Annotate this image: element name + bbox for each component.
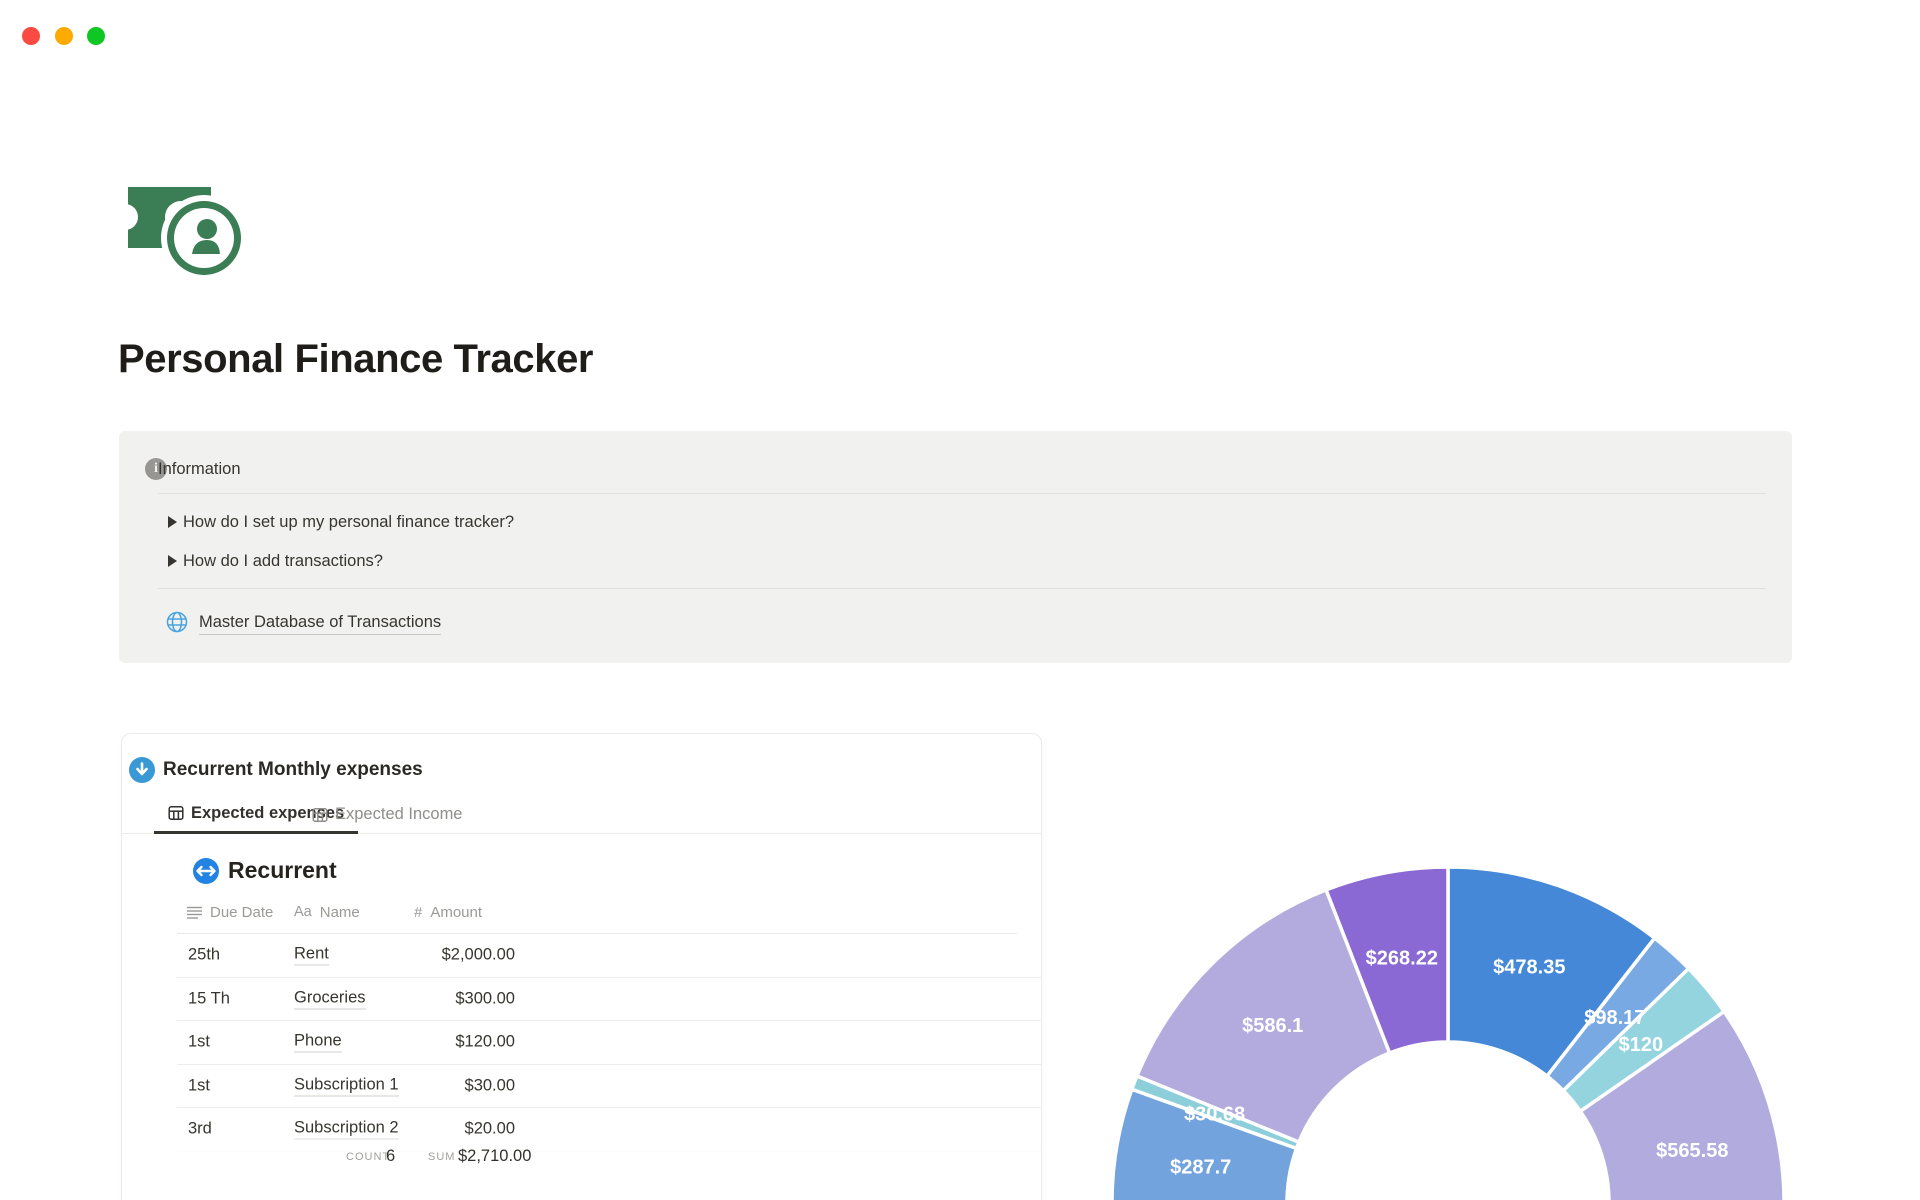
link-label[interactable]: Master Database of Transactions [199,613,442,635]
count-label[interactable]: COUNT [346,1151,390,1163]
sum-value[interactable]: $2,710.00 [458,1147,531,1166]
toggle-label[interactable]: How do I set up my personal finance trac… [183,513,514,532]
cell-amt[interactable]: $300.00 [395,989,515,1008]
sum-label[interactable]: SUM [428,1151,455,1163]
toggle-arrow-icon[interactable] [168,555,177,567]
column-label[interactable]: Due Date [210,904,273,921]
divider [158,493,1766,494]
cell-due[interactable]: 25th [188,946,220,965]
callout-title: Information [158,460,241,478]
table-row[interactable]: 15 Th Groceries $300.00 [177,978,1041,1021]
donut-chart: $478.35 $98.17 $120 $565.58 $268.22 $586.1 $30… [1110,865,1786,1200]
cell-name[interactable]: Phone [294,1032,342,1053]
column-label[interactable]: Name [320,904,360,921]
card-title: Recurrent Monthly expenses [163,759,423,780]
cell-amt[interactable]: $120.00 [395,1033,515,1052]
cell-name[interactable]: Rent [294,945,329,966]
table-footer: COUNT 6 SUM $2,710.00 [122,1132,1041,1200]
linked-database-title[interactable]: Recurrent [193,857,337,884]
donut-slice-label: $287.7 [1170,1157,1231,1179]
table-icon [312,807,328,822]
lines-icon [187,906,202,919]
information-callout: i Information How do I set up my persona… [119,431,1792,663]
cell-due[interactable]: 1st [188,1076,210,1095]
table-icon [168,806,184,820]
table-row[interactable]: 25th Rent $2,000.00 [177,934,1041,978]
donut-slice-label: $98.17 [1584,1007,1645,1029]
column-header-amount[interactable]: # Amount [414,900,482,924]
divider [158,588,1766,589]
cell-name[interactable]: Subscription 1 [294,1075,399,1097]
hash-icon: # [414,903,423,921]
window-close-button[interactable] [22,27,40,45]
donut-slice-label: $120 [1619,1034,1664,1056]
section-title[interactable]: Recurrent [228,857,337,884]
table-row[interactable]: 1st Phone $120.00 [177,1021,1041,1065]
cell-due[interactable]: 15 Th [188,989,230,1008]
table-row[interactable]: 1st Subscription 1 $30.00 [177,1065,1041,1108]
notion-window: Personal Finance Tracker i Information H… [0,0,1920,1200]
circle-left-right-arrow-icon [193,857,219,884]
donut-slice-label: $30.68 [1184,1103,1245,1125]
count-value[interactable]: 6 [386,1147,395,1166]
globe-icon [166,611,188,633]
cell-name[interactable]: Groceries [294,988,366,1010]
table-rows: 25th Rent $2,000.00 15 Th Groceries $300.00 1s… [122,934,1041,1152]
tab-expected-income[interactable]: Expected Income [298,795,477,834]
toggle-label[interactable]: How do I add transactions? [183,552,383,571]
Aa-icon: Aa [294,904,312,920]
circle-down-arrow-icon[interactable] [129,757,155,783]
column-header-due-date[interactable]: Due Date [187,900,273,924]
cell-amt[interactable]: $2,000.00 [395,946,515,965]
recurrent-expenses-card: Recurrent Monthly expenses Expected expe… [121,733,1042,1200]
donut-slice-label: $565.58 [1656,1140,1728,1162]
column-label[interactable]: Amount [430,904,482,921]
page-title[interactable]: Personal Finance Tracker [118,337,593,382]
window-minimize-button[interactable] [54,27,73,45]
donut-slice-label: $586.1 [1242,1015,1303,1037]
window-zoom-button[interactable] [87,27,105,45]
donut-slice-label: $478.35 [1493,957,1565,979]
view-tabs: Expected expenses Expected Income [122,795,1041,834]
money-banknote-icon [112,187,247,281]
page-money-icon[interactable] [104,176,254,281]
toggle-arrow-icon[interactable] [168,516,177,528]
column-header-name[interactable]: Aa Name [294,900,360,924]
donut-slice-label: $268.22 [1366,947,1438,969]
cell-due[interactable]: 1st [188,1033,210,1052]
tab-label[interactable]: Expected Income [335,805,463,824]
cell-amt[interactable]: $30.00 [395,1076,515,1095]
